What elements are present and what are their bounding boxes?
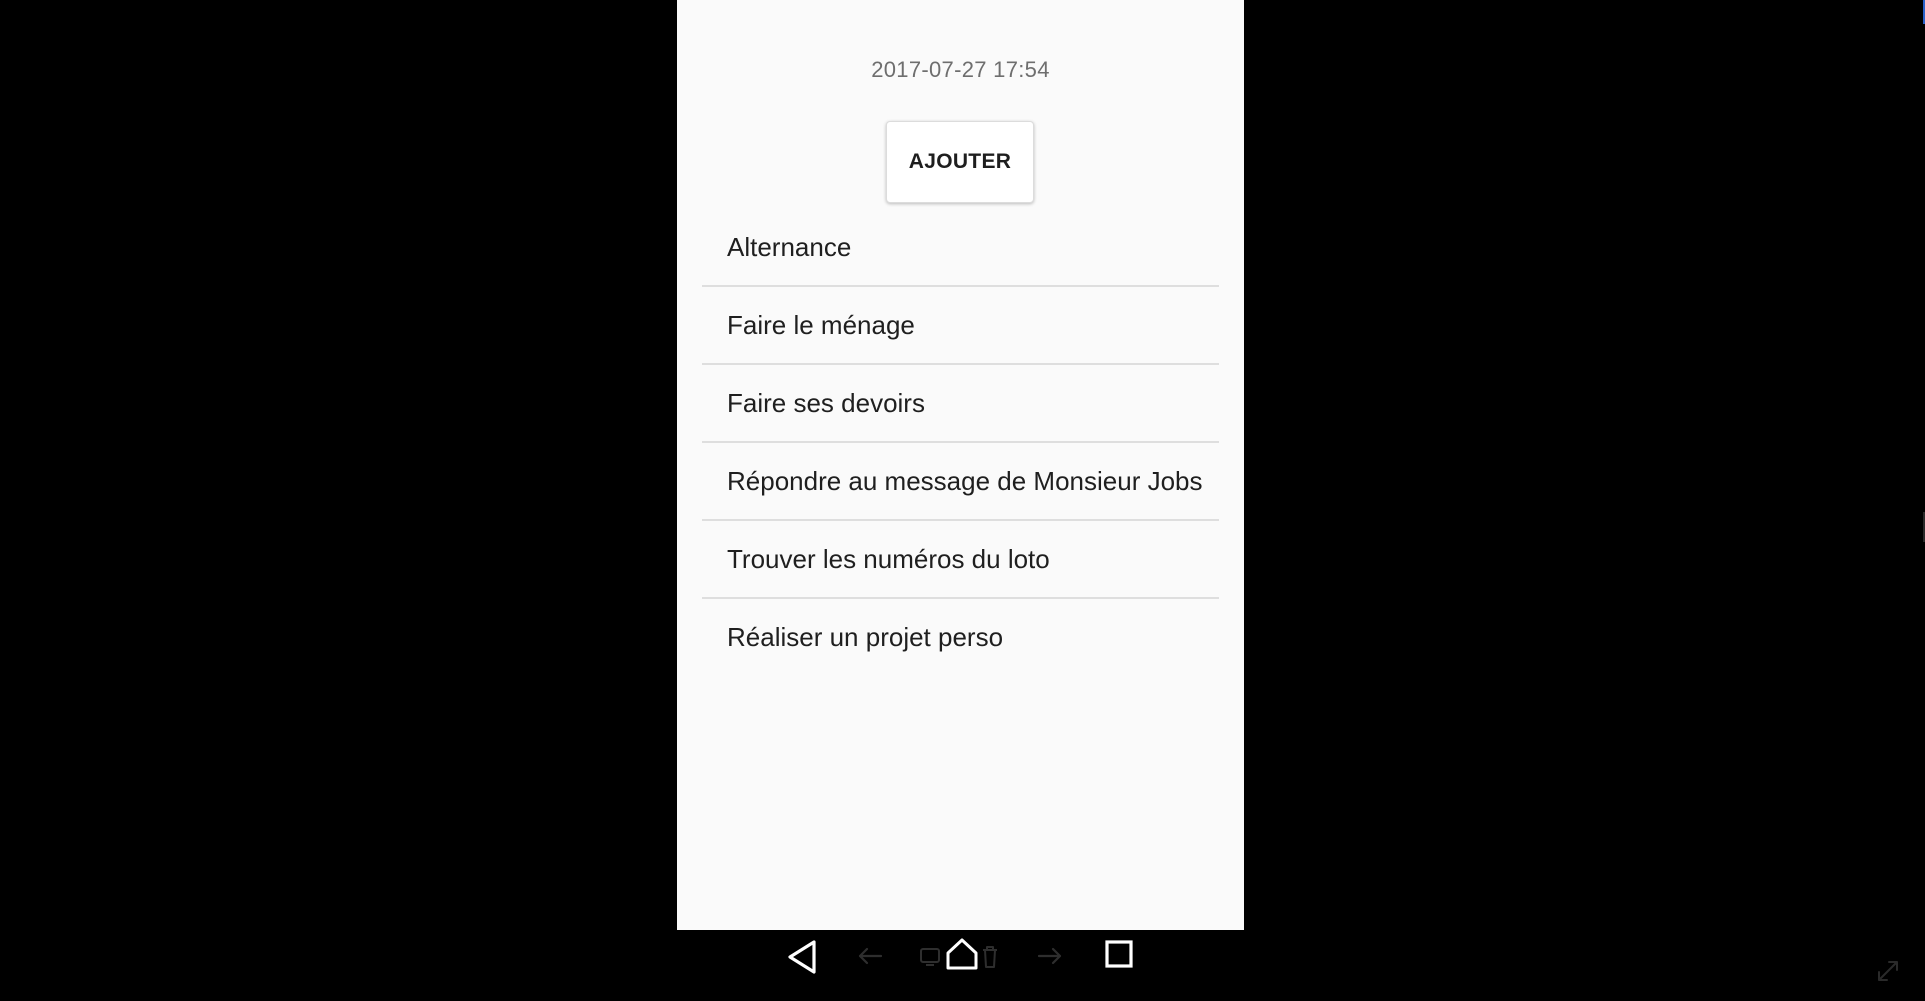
app-screen: 2017-07-27 17:54 AJOUTER Alternance Fair… xyxy=(677,0,1244,930)
back-icon[interactable] xyxy=(785,939,819,975)
navigation-bar xyxy=(0,930,1925,1001)
list-item[interactable]: Alternance xyxy=(702,209,1219,287)
list-item[interactable]: Faire ses devoirs xyxy=(702,365,1219,443)
list-item[interactable]: Répondre au message de Monsieur Jobs xyxy=(702,443,1219,521)
task-label: Faire le ménage xyxy=(727,309,915,340)
recents-icon[interactable] xyxy=(1104,939,1134,969)
task-label: Faire ses devoirs xyxy=(727,387,925,418)
list-item[interactable]: Réaliser un projet perso xyxy=(702,599,1219,675)
task-list: Alternance Faire le ménage Faire ses dev… xyxy=(702,209,1219,675)
arrow-right-icon[interactable] xyxy=(1037,946,1063,966)
task-label: Alternance xyxy=(727,231,852,262)
add-button[interactable]: AJOUTER xyxy=(886,121,1034,203)
list-item[interactable]: Trouver les numéros du loto xyxy=(702,521,1219,599)
date-time-label: 2017-07-27 17:54 xyxy=(871,57,1050,82)
arrow-left-icon[interactable] xyxy=(857,946,883,966)
trash-icon[interactable] xyxy=(981,945,999,969)
home-icon[interactable] xyxy=(944,937,980,971)
list-item[interactable]: Faire le ménage xyxy=(702,287,1219,365)
fullscreen-icon[interactable] xyxy=(1876,959,1900,983)
task-label: Répondre au message de Monsieur Jobs xyxy=(727,465,1203,496)
screenshot-icon[interactable] xyxy=(919,947,941,967)
task-label: Trouver les numéros du loto xyxy=(727,543,1050,574)
task-label: Réaliser un projet perso xyxy=(727,621,1004,652)
